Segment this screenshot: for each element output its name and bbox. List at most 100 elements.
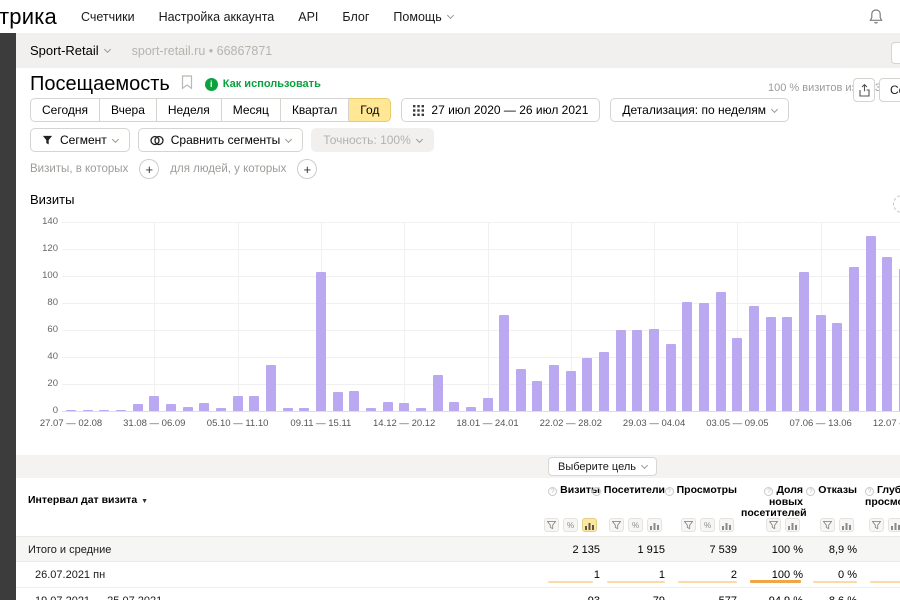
chart-bar[interactable] bbox=[882, 257, 892, 411]
choose-goal-button[interactable]: Выберите цель bbox=[548, 457, 657, 476]
chart-bar[interactable] bbox=[766, 317, 776, 412]
filter-tool-button[interactable] bbox=[681, 518, 696, 532]
nav-api[interactable]: API bbox=[298, 10, 318, 24]
chart-bar[interactable] bbox=[649, 329, 659, 411]
clipped-right-button[interactable]: У bbox=[891, 42, 900, 64]
chart-tool-button[interactable] bbox=[785, 518, 800, 532]
chart-bar[interactable] bbox=[832, 323, 842, 411]
chart-bar[interactable] bbox=[499, 315, 509, 411]
chart-bar[interactable] bbox=[566, 371, 576, 412]
chart-bar[interactable] bbox=[816, 315, 826, 411]
filter-tool-button[interactable] bbox=[869, 518, 884, 532]
chart-tool-button[interactable] bbox=[839, 518, 854, 532]
chart-bar[interactable] bbox=[699, 303, 709, 411]
chart-bar[interactable] bbox=[133, 404, 143, 411]
chart-bar[interactable] bbox=[582, 358, 592, 411]
chart-bar[interactable] bbox=[283, 408, 293, 411]
filter-tool-button[interactable] bbox=[544, 518, 559, 532]
chart-bar[interactable] bbox=[349, 391, 359, 411]
chart-bar[interactable] bbox=[732, 338, 742, 411]
table-row[interactable]: 26.07.2021 пн 1 1 2 100 % 0 % bbox=[16, 562, 900, 588]
add-people-condition-button[interactable]: + bbox=[297, 159, 317, 179]
chart-bar[interactable] bbox=[266, 365, 276, 411]
column-header-bounces[interactable]: ?Отказы bbox=[777, 485, 857, 497]
counter-selector[interactable]: Sport-Retail bbox=[30, 43, 110, 58]
collapsed-sidebar[interactable] bbox=[0, 33, 16, 600]
chart-bar[interactable] bbox=[99, 410, 109, 412]
chart-tool-button[interactable] bbox=[647, 518, 662, 532]
export-button[interactable] bbox=[853, 78, 875, 102]
chart-bar[interactable] bbox=[866, 236, 876, 412]
chart-bar[interactable] bbox=[416, 408, 426, 411]
date-range-button[interactable]: 27 июл 2020 — 26 июл 2021 bbox=[401, 98, 600, 122]
chart-bar[interactable] bbox=[449, 402, 459, 411]
date-interval-column-header[interactable]: Интервал дат визита▼ bbox=[28, 494, 148, 506]
chart-bar[interactable] bbox=[599, 352, 609, 411]
preset-month[interactable]: Месяц bbox=[222, 98, 281, 122]
chart-bar[interactable] bbox=[549, 365, 559, 411]
chart-bar[interactable] bbox=[749, 306, 759, 411]
filter-tool-button[interactable] bbox=[766, 518, 781, 532]
chart-bar[interactable] bbox=[233, 396, 243, 411]
preset-week[interactable]: Неделя bbox=[157, 98, 222, 122]
chart-bar[interactable] bbox=[249, 396, 259, 411]
preset-year[interactable]: Год bbox=[349, 98, 391, 122]
preset-yesterday[interactable]: Вчера bbox=[100, 98, 157, 122]
chart-tool-button[interactable] bbox=[888, 518, 900, 532]
chart-bar[interactable] bbox=[399, 403, 409, 411]
chart-bar[interactable] bbox=[116, 410, 126, 412]
chart-bar[interactable] bbox=[216, 408, 226, 411]
table-row-totals[interactable]: Итого и средние 2 135 1 915 7 539 100 % … bbox=[16, 536, 900, 562]
add-visit-condition-button[interactable]: + bbox=[139, 159, 159, 179]
chart-bar[interactable] bbox=[532, 381, 542, 411]
chart-bar[interactable] bbox=[682, 302, 692, 411]
chart-bar[interactable] bbox=[632, 330, 642, 411]
chart-bar[interactable] bbox=[466, 407, 476, 411]
chart-bar[interactable] bbox=[333, 392, 343, 411]
nav-blog[interactable]: Блог bbox=[342, 10, 369, 24]
chart-bar[interactable] bbox=[199, 403, 209, 411]
column-header-pageviews[interactable]: ?Просмотры bbox=[657, 485, 737, 497]
chart-bar[interactable] bbox=[316, 272, 326, 411]
chart-tool-button-active[interactable] bbox=[582, 518, 597, 532]
chart-bar[interactable] bbox=[183, 407, 193, 411]
chart-bar[interactable] bbox=[849, 267, 859, 411]
chart-bar[interactable] bbox=[782, 317, 792, 412]
compare-segments-button[interactable]: Сравнить сегменты bbox=[138, 128, 304, 152]
preset-today[interactable]: Сегодня bbox=[30, 98, 100, 122]
percent-tool-button[interactable]: % bbox=[563, 518, 578, 532]
filter-tool-button[interactable] bbox=[820, 518, 835, 532]
nav-counters[interactable]: Счетчики bbox=[81, 10, 135, 24]
accuracy-button[interactable]: Точность: 100% bbox=[311, 128, 433, 152]
filter-tool-button[interactable] bbox=[609, 518, 624, 532]
chart-bar[interactable] bbox=[799, 272, 809, 411]
preset-quarter[interactable]: Квартал bbox=[281, 98, 349, 122]
chart-bar[interactable] bbox=[366, 408, 376, 411]
save-button[interactable]: Сохранить bbox=[879, 78, 900, 102]
percent-tool-button[interactable]: % bbox=[628, 518, 643, 532]
bookmark-icon[interactable] bbox=[181, 75, 193, 95]
chart-bar[interactable] bbox=[433, 375, 443, 411]
bell-icon[interactable] bbox=[868, 8, 884, 30]
chart-tool-button[interactable] bbox=[719, 518, 734, 532]
metrica-logo[interactable]: трика bbox=[0, 4, 57, 30]
chart-bar[interactable] bbox=[516, 369, 526, 411]
chart-bar[interactable] bbox=[149, 396, 159, 411]
table-row[interactable]: 19.07.2021 — 25.07.2021 93 79 577 94,9 %… bbox=[16, 588, 900, 600]
percent-tool-button[interactable]: % bbox=[700, 518, 715, 532]
chart-bar[interactable] bbox=[66, 410, 76, 412]
chart-bar[interactable] bbox=[716, 292, 726, 411]
chart-bar[interactable] bbox=[299, 408, 309, 411]
chart-bar[interactable] bbox=[483, 398, 493, 412]
column-header-visitors[interactable]: ?Посетители bbox=[585, 485, 665, 497]
nav-help[interactable]: Помощь bbox=[393, 10, 452, 24]
nav-account-settings[interactable]: Настройка аккаунта bbox=[159, 10, 275, 24]
column-header-depth[interactable]: ?Глубина просмотра bbox=[865, 485, 900, 508]
chart-bar[interactable] bbox=[616, 330, 626, 411]
chart-settings-button[interactable] bbox=[893, 195, 900, 213]
howto-link[interactable]: i Как использовать bbox=[205, 78, 321, 91]
chart-bar[interactable] bbox=[666, 344, 676, 412]
detail-selector[interactable]: Детализация: по неделям bbox=[610, 98, 789, 122]
chart-bar[interactable] bbox=[83, 410, 93, 412]
chart-bar[interactable] bbox=[383, 402, 393, 411]
